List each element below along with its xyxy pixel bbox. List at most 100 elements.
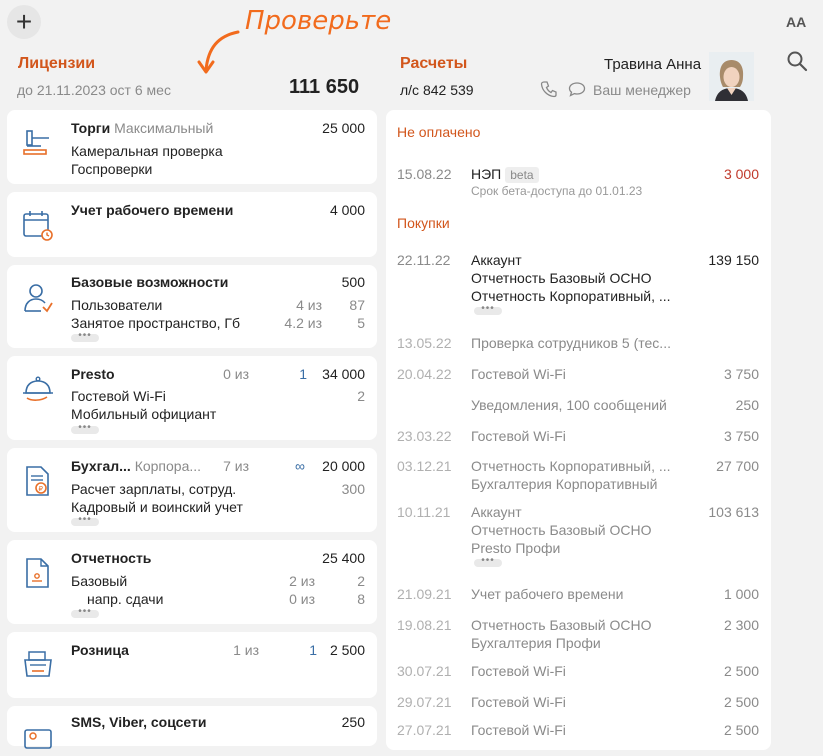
payment-line[interactable]: Гостевой Wi-Fi — [471, 722, 566, 738]
card-row-total: 300 — [341, 481, 365, 497]
card-row-label: Гостевой Wi-Fi — [71, 388, 166, 404]
card-title: Розница — [71, 642, 129, 658]
licenses-title[interactable]: Лицензии — [18, 55, 95, 73]
card-row-total: 2 — [357, 388, 365, 404]
payment-date: 13.05.22 — [397, 335, 452, 351]
payment-date: 27.07.21 — [397, 722, 452, 738]
manager-name: Травина Анна — [604, 56, 702, 73]
card-title: Отчетность — [71, 550, 152, 566]
card-row-label: Пользователи — [71, 297, 163, 313]
svg-text:₽: ₽ — [39, 485, 44, 493]
card-row-label: Кадровый и воинский учет — [71, 499, 243, 515]
card-price: 250 — [341, 714, 365, 730]
payment-amount: 139 150 — [708, 252, 759, 268]
license-card-accounting[interactable]: ₽ Бухгал... Корпора... 7 из ∞ 20 000 Рас… — [7, 448, 377, 532]
payment-amount: 3 750 — [723, 428, 759, 444]
license-card-presto[interactable]: Presto 0 из 1 34 000 Гостевой Wi-Fi 2 Мо… — [7, 356, 377, 440]
card-title: Базовые возможности — [71, 274, 229, 290]
card-price: 20 000 — [322, 458, 365, 474]
payment-line[interactable]: Бухгалтерия Корпоративный — [471, 476, 657, 492]
payment-date: 30.07.21 — [397, 663, 452, 679]
gavel-icon — [23, 130, 49, 155]
payment-line[interactable]: Аккаунт — [471, 252, 522, 268]
more-button[interactable]: ••• — [71, 515, 99, 526]
more-button[interactable]: ••• — [71, 423, 99, 434]
payment-date: 10.11.21 — [397, 504, 451, 520]
payments-title[interactable]: Расчеты — [400, 55, 467, 73]
plus-icon: + — [15, 6, 33, 37]
beta-badge: beta — [505, 167, 539, 183]
license-card-reporting[interactable]: Отчетность 25 400 Базовый 2 из 2 напр. с… — [7, 540, 377, 624]
payment-amount: 3 750 — [723, 366, 759, 382]
license-card-retail[interactable]: Розница 1 из 1 2 500 — [7, 632, 377, 698]
payment-line[interactable]: Уведомления, 100 сообщений — [471, 397, 667, 413]
licenses-period: до 21.11.2023 ост 6 мес — [17, 82, 171, 98]
license-card-time-tracking[interactable]: Учет рабочего времени 4 000 — [7, 192, 377, 257]
card-title: Presto — [71, 366, 115, 382]
card-count: 1 — [309, 642, 317, 658]
message-icon — [24, 729, 52, 749]
manager-link[interactable]: Ваш менеджер — [593, 82, 691, 98]
payment-date: 15.08.22 — [397, 166, 452, 182]
card-price: 25 000 — [322, 120, 365, 136]
unpaid-heading: Не оплачено — [397, 124, 481, 140]
payment-amount: 1 000 — [723, 586, 759, 602]
font-size-icon[interactable]: AA — [786, 14, 806, 30]
more-button[interactable]: ••• — [71, 331, 99, 342]
payment-amount: 2 500 — [723, 663, 759, 679]
payment-line[interactable]: Отчетность Базовый ОСНО — [471, 522, 652, 538]
avatar[interactable] — [709, 52, 754, 101]
payment-desc[interactable]: НЭП beta — [471, 166, 539, 183]
cloche-icon — [23, 376, 53, 401]
card-title: Бухгал... Корпора... — [71, 458, 202, 474]
payment-line[interactable]: Учет рабочего времени — [471, 586, 623, 602]
payment-line[interactable]: Гостевой Wi-Fi — [471, 428, 566, 444]
payments-panel: Не оплачено 15.08.22 НЭП beta Срок бета-д… — [386, 110, 771, 750]
report-doc-icon — [26, 558, 49, 588]
card-row-total: 5 — [357, 315, 365, 331]
payment-line[interactable]: Проверка сотрудников 5 (тес... — [471, 335, 671, 351]
payment-amount: 103 613 — [708, 504, 759, 520]
user-settings-icon — [24, 284, 53, 313]
payment-date: 19.08.21 — [397, 617, 452, 633]
payment-line[interactable]: Отчетность Базовый ОСНО — [471, 617, 652, 633]
card-row-label: Мобильный официант — [71, 406, 217, 422]
card-used: 7 из — [223, 458, 249, 474]
card-subtitle: Максимальный — [114, 120, 214, 136]
card-price: 34 000 — [322, 366, 365, 382]
card-row-total: 2 — [357, 573, 365, 589]
add-button[interactable]: + — [7, 5, 41, 39]
payment-amount: 250 — [735, 397, 759, 413]
payment-note: Срок бета-доступа до 01.01.23 — [471, 184, 643, 198]
card-title: Учет рабочего времени — [71, 202, 234, 218]
payment-line[interactable]: Отчетность Корпоративный, ... — [471, 288, 671, 304]
payment-line[interactable]: Presto Профи — [471, 540, 560, 556]
payment-line[interactable]: Бухгалтерия Профи — [471, 635, 601, 651]
card-row-used: 2 из — [289, 573, 315, 589]
card-price: 500 — [341, 274, 365, 290]
search-icon[interactable] — [786, 50, 808, 72]
payment-date: 21.09.21 — [397, 586, 452, 602]
payment-amount: 27 700 — [716, 458, 759, 474]
more-button[interactable]: ••• — [474, 556, 502, 567]
payment-line[interactable]: Гостевой Wi-Fi — [471, 366, 566, 382]
payment-line[interactable]: Гостевой Wi-Fi — [471, 663, 566, 679]
payment-line[interactable]: Отчетность Базовый ОСНО — [471, 270, 652, 286]
card-row-label: Расчет зарплаты, сотруд. — [71, 481, 237, 497]
license-card-sms[interactable]: SMS, Viber, соцсети 250 — [7, 706, 377, 749]
payment-line[interactable]: Отчетность Корпоративный, ... — [471, 458, 671, 474]
chat-icon[interactable] — [568, 81, 586, 97]
license-card-basic[interactable]: Базовые возможности 500 Пользователи 4 и… — [7, 265, 377, 348]
more-button[interactable]: ••• — [474, 304, 502, 315]
cash-register-icon — [24, 651, 52, 677]
annotation-arrow-icon — [197, 30, 240, 74]
license-card-torgi[interactable]: Торги Максимальный 25 000 Камеральная пр… — [7, 110, 377, 184]
phone-icon[interactable] — [540, 80, 558, 98]
calendar-clock-icon — [23, 211, 53, 241]
payment-line[interactable]: Гостевой Wi-Fi — [471, 694, 566, 710]
accounting-doc-icon: ₽ — [26, 466, 49, 496]
payment-line[interactable]: Аккаунт — [471, 504, 522, 520]
payment-amount: 2 500 — [723, 694, 759, 710]
card-row-used: 4 из — [296, 297, 322, 313]
more-button[interactable]: ••• — [71, 607, 99, 618]
